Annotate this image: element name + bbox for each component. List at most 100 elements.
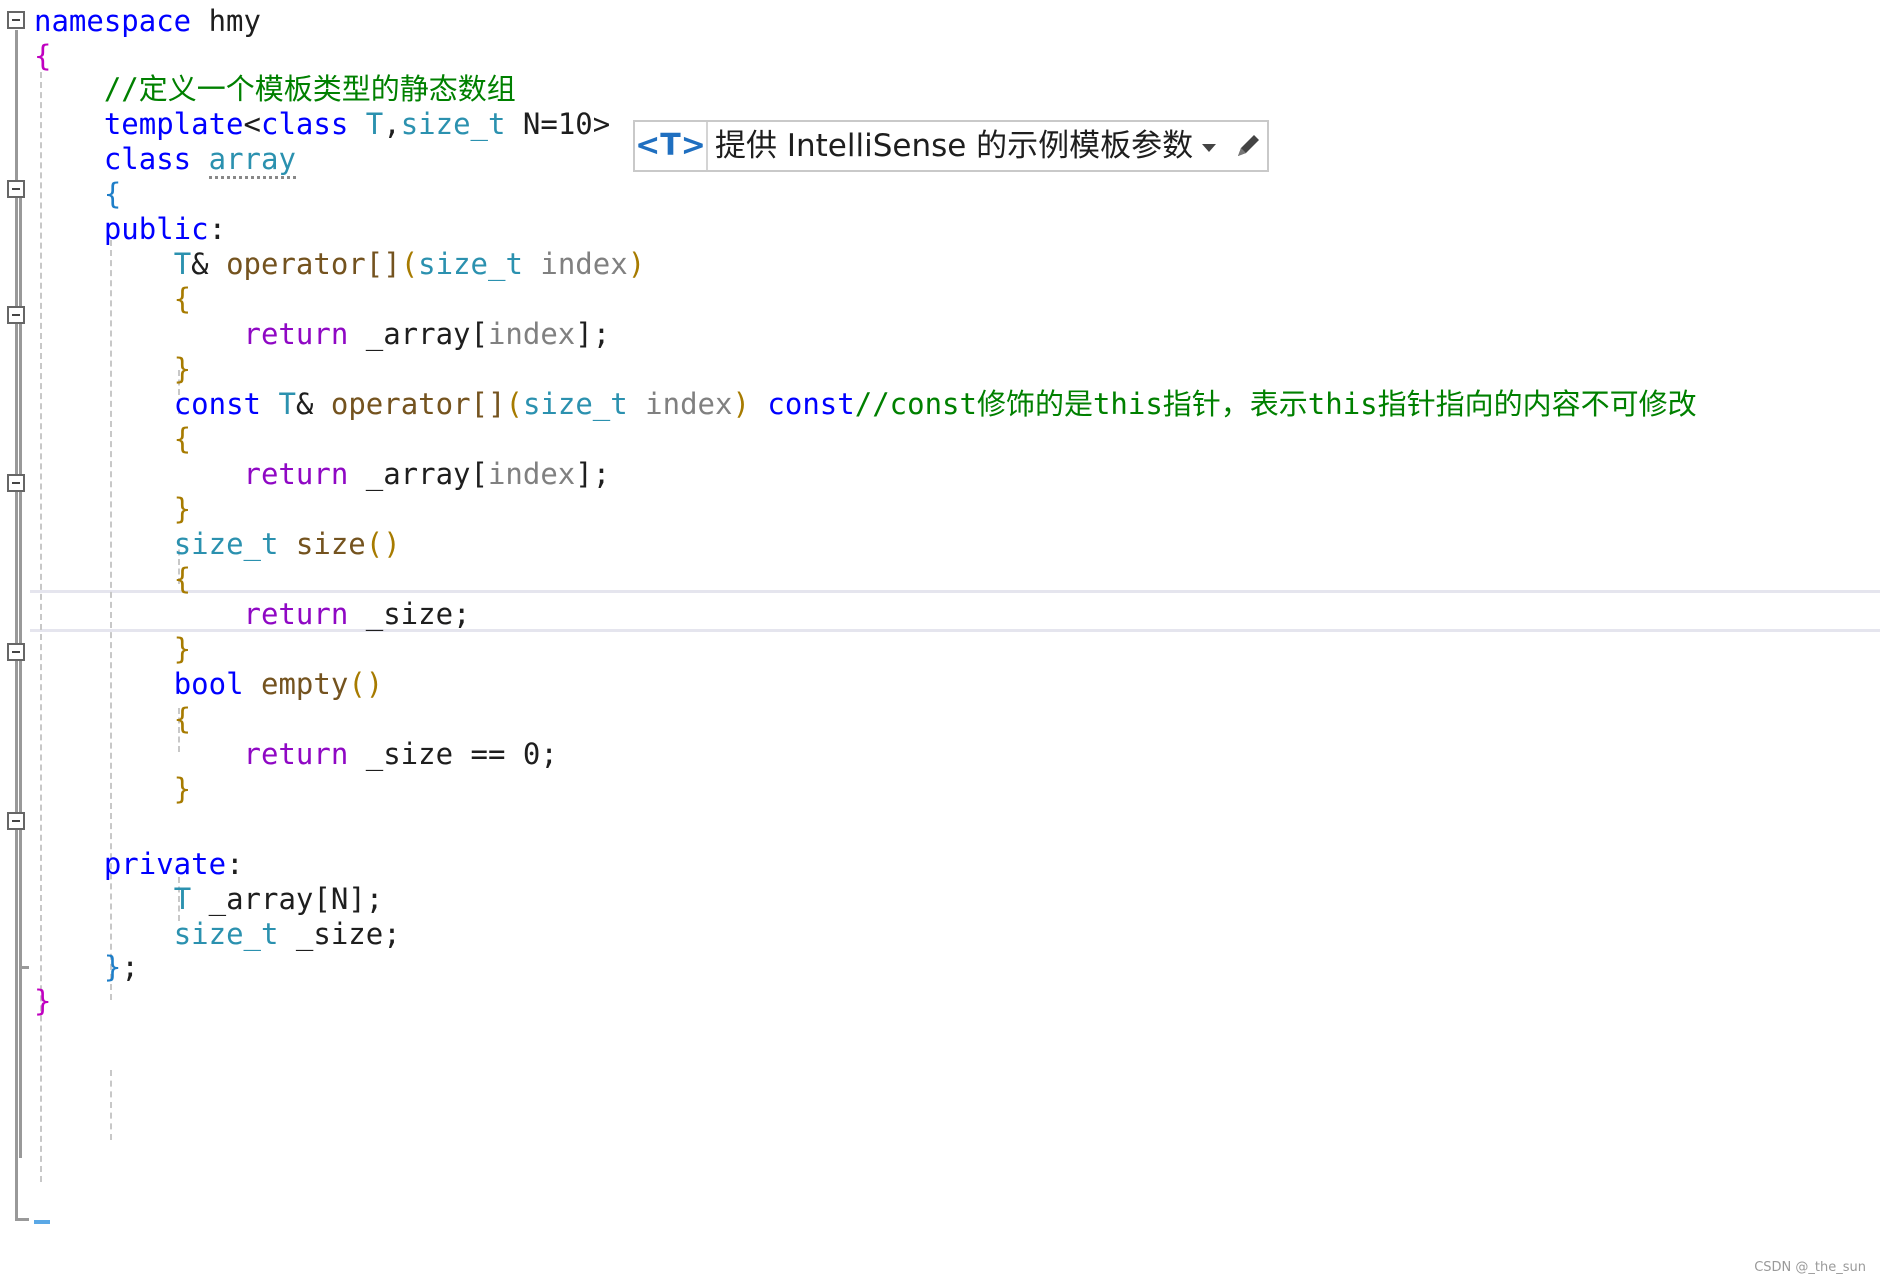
collapse-class-icon[interactable] xyxy=(7,180,25,198)
code-token: index xyxy=(487,457,576,491)
template-argument-bar[interactable]: <T> 提供 IntelliSense 的示例模板参数 xyxy=(633,120,1269,172)
code-token: () xyxy=(348,667,384,701)
code-token: : xyxy=(226,847,244,881)
code-token: template xyxy=(34,107,244,141)
code-token: ) xyxy=(732,387,750,421)
code-token: empty xyxy=(261,667,349,701)
outline-methods-end xyxy=(19,966,29,969)
code-token: { xyxy=(34,282,192,316)
text-caret xyxy=(34,1220,50,1224)
code-token: return xyxy=(243,737,349,771)
code-token: index xyxy=(487,317,576,351)
collapse-size-icon[interactable] xyxy=(7,643,25,661)
code-token: } xyxy=(34,984,52,1018)
code-token: ( xyxy=(400,247,419,281)
code-token: , xyxy=(383,107,401,141)
outline-namespace-bar xyxy=(15,30,18,1218)
code-token: operator[] xyxy=(330,387,506,421)
code-token: ]; xyxy=(575,317,611,351)
code-token: < xyxy=(243,107,261,141)
code-token: T xyxy=(365,107,384,141)
code-token: { xyxy=(34,177,122,211)
code-token: namespace xyxy=(34,4,192,38)
code-token: size xyxy=(295,527,366,561)
code-token: _size == 0; xyxy=(348,737,558,771)
collapse-const-operator-icon[interactable] xyxy=(7,474,25,492)
code-token: class xyxy=(260,107,349,141)
code-line[interactable]: namespace hmy xyxy=(34,0,261,42)
code-token: } xyxy=(34,772,192,806)
outline-class-bar xyxy=(19,198,22,1158)
indent-guide xyxy=(110,1070,112,1140)
code-token: _array xyxy=(191,882,314,916)
code-token: _array xyxy=(348,317,471,351)
code-token: [ xyxy=(470,317,488,351)
code-line[interactable]: const T& operator[](size_t index) const/… xyxy=(34,383,1697,425)
code-token: [ xyxy=(470,457,488,491)
code-token: & xyxy=(191,247,227,281)
code-line[interactable]: } xyxy=(34,980,51,1022)
code-token: operator[] xyxy=(226,247,401,281)
code-token: _size; xyxy=(278,917,401,951)
code-token: T xyxy=(173,247,192,281)
template-bar-label: 提供 IntelliSense 的示例模板参数 xyxy=(715,128,1194,164)
code-token: T xyxy=(278,387,296,421)
code-line[interactable]: } xyxy=(34,768,191,810)
code-token: () xyxy=(365,527,401,561)
code-token: _array xyxy=(348,457,471,491)
code-token: } xyxy=(34,492,192,526)
code-token: : xyxy=(208,212,227,246)
code-token: private xyxy=(34,847,227,881)
code-token: ; xyxy=(121,950,139,984)
code-token: { xyxy=(34,702,192,736)
code-token: hmy xyxy=(191,4,261,38)
collapse-empty-icon[interactable] xyxy=(7,812,25,830)
code-token: class xyxy=(34,142,192,176)
code-token: const xyxy=(173,387,261,421)
code-token: ]; xyxy=(575,457,611,491)
code-token: _size; xyxy=(348,597,471,631)
code-token: ) xyxy=(627,247,646,281)
code-token: array xyxy=(208,142,296,179)
outline-namespace-end xyxy=(15,1218,29,1221)
pencil-icon[interactable] xyxy=(1234,130,1264,160)
code-token: & xyxy=(295,387,331,421)
collapse-operator-icon[interactable] xyxy=(7,306,25,324)
code-token: index xyxy=(540,247,628,281)
chevron-down-icon[interactable] xyxy=(1202,144,1216,152)
collapse-namespace-icon[interactable] xyxy=(7,11,25,29)
code-token: { xyxy=(34,422,192,456)
code-token: public xyxy=(34,212,209,246)
code-token: T xyxy=(173,882,192,916)
code-token: const xyxy=(767,387,855,421)
code-token: } xyxy=(34,950,122,984)
code-token: [N]; xyxy=(313,882,384,916)
code-token: size_t xyxy=(418,247,523,281)
code-token: } xyxy=(34,352,192,386)
code-token: bool xyxy=(173,667,244,701)
code-token: { xyxy=(34,562,192,596)
watermark: CSDN @_the_sun xyxy=(1754,1260,1866,1275)
template-tag: <T> xyxy=(635,122,708,170)
code-token: return xyxy=(243,457,349,491)
code-token: size_t xyxy=(522,387,628,421)
code-token: //定义一个模板类型的静态数组 xyxy=(34,72,516,106)
code-token: N=10> xyxy=(505,107,611,141)
code-token: index xyxy=(645,387,733,421)
code-token: size_t xyxy=(400,107,506,141)
code-token: //const修饰的是this指针，表示this指针指向的内容不可修改 xyxy=(854,387,1697,421)
